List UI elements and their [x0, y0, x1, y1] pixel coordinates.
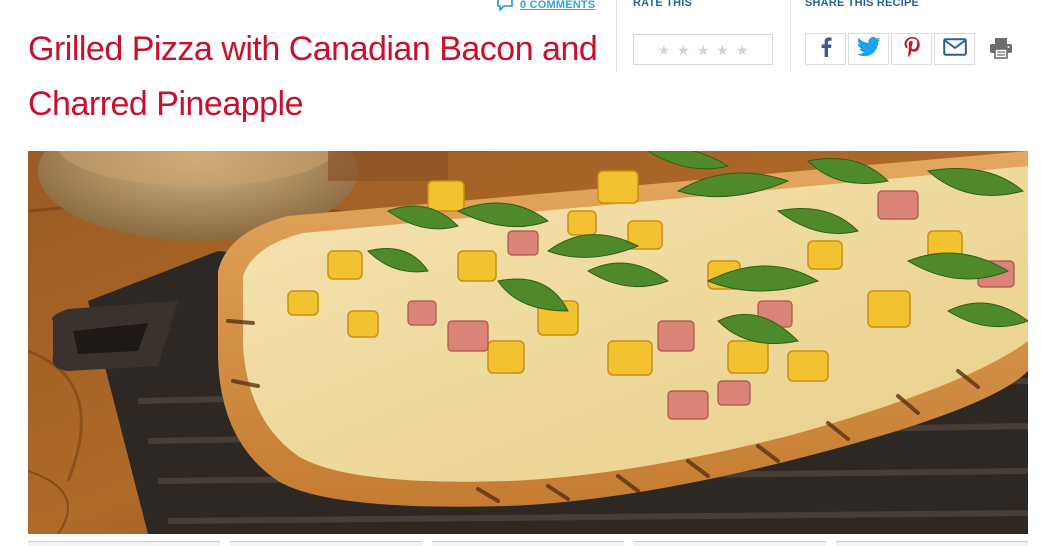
pinterest-icon [904, 36, 920, 62]
rate-this-label: RATE THIS [633, 0, 693, 9]
grilled-pizza-photo [28, 151, 1028, 534]
star-icon[interactable]: ★ [716, 43, 729, 57]
recipe-title: Grilled Pizza with Canadian Bacon and Ch… [28, 30, 598, 123]
recipe-hero-image [28, 151, 1028, 534]
twitter-share-button[interactable] [848, 33, 889, 65]
twitter-icon [856, 36, 881, 62]
star-icon[interactable]: ★ [658, 43, 671, 57]
print-button[interactable] [987, 37, 1015, 63]
star-icon[interactable]: ★ [677, 43, 690, 57]
star-rating[interactable]: ★ ★ ★ ★ ★ [633, 34, 773, 65]
star-icon[interactable]: ★ [736, 43, 749, 57]
comments-count-label[interactable]: 0 COMMENTS [520, 0, 595, 11]
share-recipe-label: SHARE THIS RECIPE [805, 0, 920, 9]
print-icon [989, 37, 1013, 64]
thumbnail[interactable] [230, 541, 422, 546]
thumbnail[interactable] [836, 541, 1028, 546]
header-divider [616, 0, 617, 72]
thumbnail[interactable] [28, 541, 220, 546]
gallery-thumbnails [28, 541, 1028, 546]
email-icon [942, 37, 967, 61]
facebook-share-button[interactable] [805, 33, 846, 65]
star-icon[interactable]: ★ [697, 43, 710, 57]
thumbnail[interactable] [634, 541, 826, 546]
email-share-button[interactable] [934, 33, 975, 65]
header-divider [790, 0, 791, 72]
comment-icon [496, 0, 514, 16]
share-buttons [805, 33, 975, 65]
comments-link[interactable]: 0 COMMENTS [496, 0, 595, 14]
thumbnail[interactable] [432, 541, 624, 546]
pinterest-share-button[interactable] [891, 33, 932, 65]
facebook-icon [820, 36, 832, 62]
